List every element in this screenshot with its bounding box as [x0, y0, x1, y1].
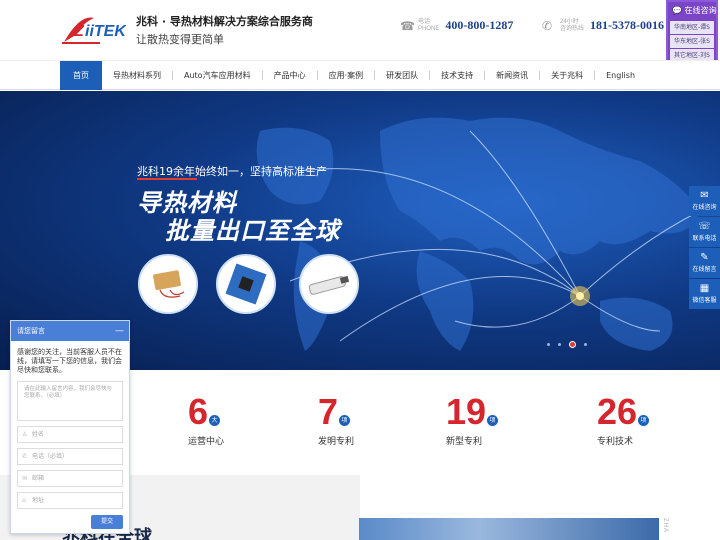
submit-button[interactable]: 提交 [91, 515, 123, 529]
phone-caption: 24小时 [560, 18, 579, 25]
stat-label: 新型专利 [446, 437, 483, 447]
tagline-underline [137, 178, 197, 180]
vertical-decor-text: ZHA [662, 518, 668, 533]
telephone-icon: ☎ [400, 18, 415, 33]
svg-text:Z: Z [73, 23, 85, 40]
mobile-number[interactable]: 181-5378-0016 [590, 18, 664, 33]
carousel-dots [547, 341, 587, 348]
nav-item-auto[interactable]: Auto汽车应用材料 [173, 61, 262, 90]
nav-item-english[interactable]: English [595, 61, 646, 90]
main-nav: 首页 导热材料系列 Auto汽车应用材料 产品中心 应用·案例 研发团队 技术支… [0, 60, 720, 90]
nav-item-tech-support[interactable]: 技术支持 [430, 61, 484, 90]
svg-text:iiTEK: iiTEK [85, 23, 126, 40]
carousel-dot[interactable] [584, 343, 587, 346]
user-icon: ♙ [22, 431, 28, 438]
tool-leave-message[interactable]: ✎ 在线留言 [689, 248, 720, 278]
phone-block-hotline: ☎ 电话 PHONE 400-800-1287 [400, 18, 513, 33]
nav-item-about[interactable]: 关于兆科 [540, 61, 594, 90]
address-field[interactable]: ⌂ 地址 [17, 492, 123, 509]
stat-operation-centers: 6大 运营中心 [188, 391, 225, 448]
mail-icon: ✉ [22, 475, 28, 482]
phone-placeholder: 电话（必填） [32, 453, 69, 460]
stat-invention-patents: 7项 发明专利 [318, 391, 355, 448]
nav-item-products[interactable]: 产品中心 [263, 61, 317, 90]
address-placeholder: 地址 [32, 497, 45, 504]
phone-number[interactable]: 400-800-1287 [445, 18, 513, 33]
phone-small-icon: ✆ [22, 453, 28, 460]
phone-caption-en: PHONE [418, 25, 440, 32]
stat-label: 专利技术 [597, 437, 634, 447]
banner-tagline: 兆科19余年始终如一，坚持高标准生产 [137, 165, 327, 178]
message-textarea[interactable]: 请在此输入留言内容，我们会尽快与您联系。（必填） [17, 381, 123, 421]
product-image-thermal-paste [299, 254, 359, 314]
consult-title: 在线咨询 [684, 6, 717, 15]
phone-caption: 电话 [418, 18, 431, 25]
nav-item-thermal-materials[interactable]: 导热材料系列 [102, 61, 172, 90]
chat-header[interactable]: 请您留言 — [11, 321, 129, 341]
stat-unit: 大 [209, 415, 221, 426]
brand-slogan: 让散热变得更简单 [136, 33, 224, 46]
product-image-circuit-board [216, 254, 276, 314]
email-placeholder: 邮箱 [32, 475, 45, 482]
tool-label: 微信客服 [692, 297, 717, 304]
tool-label: 联系电话 [692, 235, 717, 242]
phone-icon: ☏ [698, 221, 711, 232]
message-icon: ✎ [700, 252, 709, 263]
chat-notice: 感谢您的关注，当前客服人员不在线，请填写一下您的信息，我们会尽快和您联系。 [17, 348, 122, 374]
tool-online-consult[interactable]: ✉ 在线咨询 [689, 186, 720, 216]
home-icon: ⌂ [22, 497, 26, 504]
chat-title: 请您留言 [17, 327, 45, 335]
carousel-dot[interactable] [558, 343, 561, 346]
nav-item-home[interactable]: 首页 [60, 61, 102, 90]
tool-contact-phone[interactable]: ☏ 联系电话 [689, 217, 720, 247]
consult-item-east[interactable]: 华东地区-张S [670, 35, 714, 48]
minimize-icon[interactable]: — [115, 321, 124, 341]
stat-label: 发明专利 [318, 437, 355, 447]
page: Z iiTEK 兆科 · 导热材料解决方案综合服务商 让散热变得更简单 ☎ 电话… [0, 0, 720, 540]
chat-icon: ✉ [700, 190, 709, 201]
tool-wechat[interactable]: ▦ 微信客服 [689, 279, 720, 309]
floating-toolbar: ✉ 在线咨询 ☏ 联系电话 ✎ 在线留言 ▦ 微信客服 [689, 186, 720, 310]
nav-item-rd-team[interactable]: 研发团队 [375, 61, 429, 90]
leave-message-widget: 请您留言 — 感谢您的关注，当前客服人员不在线，请填写一下您的信息，我们会尽快和… [10, 320, 130, 534]
product-image-heater-pad [138, 254, 198, 314]
stat-label: 运营中心 [188, 437, 225, 447]
phone-field[interactable]: ✆ 电话（必填） [17, 448, 123, 465]
name-field[interactable]: ♙ 姓名 [17, 426, 123, 443]
stat-number: 6 [188, 391, 209, 432]
carousel-dot-active[interactable] [569, 341, 576, 348]
carousel-dot[interactable] [547, 343, 550, 346]
chat-bubble-icon: 💬 [672, 6, 682, 15]
tool-label: 在线留言 [692, 266, 717, 273]
nav-item-cases[interactable]: 应用·案例 [318, 61, 375, 90]
qrcode-icon: ▦ [699, 283, 710, 294]
brand-title: 兆科 · 导热材料解决方案综合服务商 [136, 15, 313, 28]
consult-header[interactable]: 💬 在线咨询 [668, 2, 717, 20]
name-placeholder: 姓名 [32, 431, 45, 438]
stat-patent-technology: 26 项 专利技术 [597, 391, 650, 447]
email-field[interactable]: ✉ 邮箱 [17, 470, 123, 487]
nav-item-news[interactable]: 新闻资讯 [485, 61, 539, 90]
header: Z iiTEK 兆科 · 导热材料解决方案综合服务商 让散热变得更简单 ☎ 电话… [0, 0, 720, 60]
online-consult-widget: 💬 在线咨询 华南地区-谭S 华东地区-张S 其它地区-刘S [666, 0, 718, 68]
stat-unit: 项 [638, 415, 650, 426]
phone-block-mobile: ✆ 24小时 咨询热线 181-5378-0016 [542, 18, 664, 33]
tool-label: 在线咨询 [692, 204, 717, 211]
stat-number: 19 [446, 391, 487, 432]
consult-item-south[interactable]: 华南地区-谭S [670, 21, 714, 34]
stat-utility-patents: 19 项 新型专利 [446, 391, 499, 447]
stat-number: 26 [597, 391, 638, 432]
stat-unit: 项 [339, 415, 351, 426]
phone-caption-cn: 咨询热线 [560, 25, 585, 32]
stat-unit: 项 [487, 415, 499, 426]
global-section-image [359, 518, 659, 540]
ziitek-logo[interactable]: Z iiTEK [60, 12, 126, 46]
mobile-phone-icon: ✆ [542, 18, 553, 33]
banner-headline-2: 批量出口至全球 [165, 217, 340, 245]
stat-number: 7 [318, 391, 339, 432]
